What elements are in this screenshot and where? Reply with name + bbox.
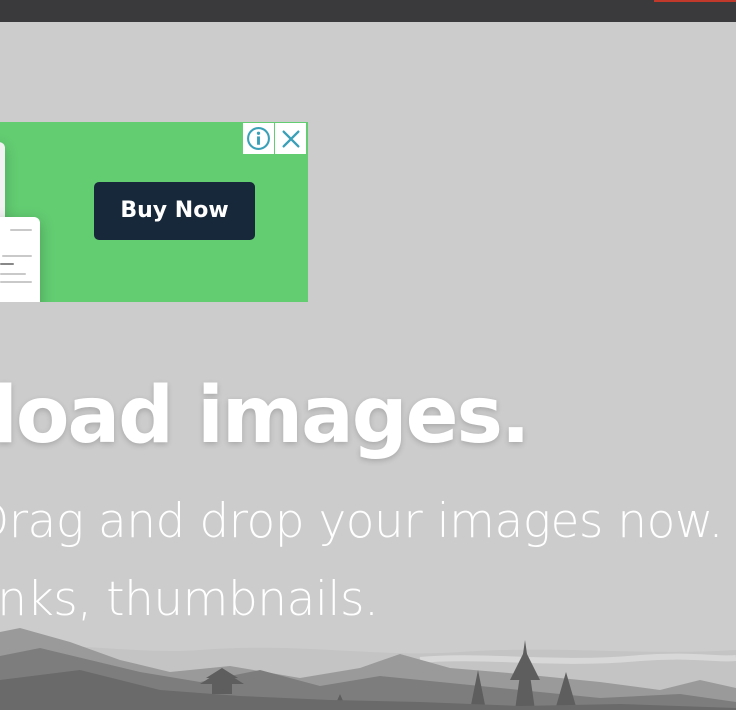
ad-card-line — [10, 229, 32, 231]
top-nav-bar — [0, 0, 736, 22]
ad-card-line — [0, 281, 32, 283]
page: Buy Now Upload images. Drag and drop you… — [0, 0, 736, 710]
hero-title: Upload images. — [0, 371, 531, 461]
ad-product-card — [0, 217, 40, 302]
mountain-landscape-illustration — [0, 628, 736, 710]
buy-now-button[interactable]: Buy Now — [94, 182, 255, 240]
ad-card-line — [0, 263, 14, 265]
advertisement-banner[interactable]: Buy Now — [0, 122, 308, 302]
close-icon[interactable] — [275, 123, 306, 154]
ad-card-line — [0, 273, 26, 275]
ad-card-line — [2, 255, 32, 257]
hero-subtitle-line1: Drag and drop your images now. 64 MB lim… — [0, 494, 736, 549]
nav-accent-button[interactable] — [654, 0, 736, 2]
adchoices-info-icon[interactable] — [243, 123, 274, 154]
